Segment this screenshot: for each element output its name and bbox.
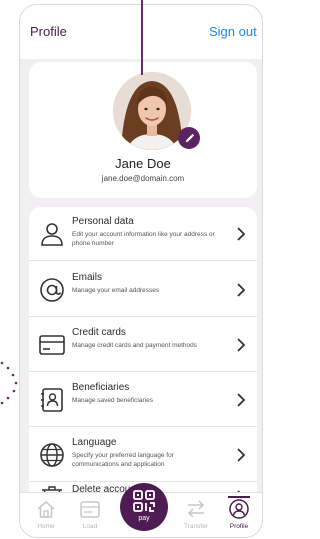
- menu-item-credit-cards[interactable]: Credit cards Manage credit cards and pay…: [29, 318, 257, 372]
- nav-label: Load: [82, 523, 98, 530]
- user-name: Jane Doe: [115, 156, 171, 171]
- globe-icon: [40, 443, 64, 467]
- menu-item-description: Manage saved beneficiaries: [72, 397, 153, 404]
- qr-code-icon: [133, 490, 155, 512]
- profile-icon: [229, 499, 249, 519]
- pay-label: pay: [138, 515, 150, 522]
- menu-item-language[interactable]: Language Specify your preferred language…: [29, 428, 257, 482]
- person-icon: [41, 223, 63, 246]
- menu-item-beneficiaries[interactable]: Beneficiaries Manage saved beneficiaries: [29, 373, 257, 427]
- nav-transfer[interactable]: Transfer: [176, 499, 216, 535]
- sign-out-link[interactable]: Sign out: [209, 24, 257, 39]
- page-title: Profile: [30, 24, 67, 39]
- menu-item-title: Language: [72, 437, 117, 448]
- nav-profile[interactable]: Profile: [219, 499, 259, 535]
- chevron-right-icon: [237, 227, 246, 241]
- nav-label: Profile: [229, 523, 249, 530]
- chevron-right-icon: [237, 338, 246, 352]
- menu-item-description: Edit your account information like your …: [72, 231, 215, 247]
- active-tab-indicator: [228, 496, 250, 498]
- nav-home[interactable]: Home: [26, 499, 66, 535]
- wallet-icon: [80, 501, 100, 518]
- menu-item-description: Manage your email addresses: [72, 287, 160, 294]
- menu-item-personal-data[interactable]: Personal data Edit your account informat…: [29, 207, 257, 261]
- decorative-line: [141, 0, 143, 75]
- menu-item-title: Beneficiaries: [72, 382, 130, 393]
- nav-label: Home: [37, 523, 55, 530]
- chevron-right-icon: [237, 393, 246, 407]
- decorative-dots: [0, 361, 18, 405]
- pencil-icon: [185, 133, 194, 142]
- menu-item-title: Personal data: [72, 216, 134, 227]
- settings-menu: Personal data Edit your account informat…: [29, 207, 257, 507]
- home-icon: [37, 501, 55, 518]
- menu-item-title: Credit cards: [72, 327, 126, 338]
- transfer-arrows-icon: [187, 500, 205, 518]
- nav-load[interactable]: Load: [70, 499, 110, 535]
- menu-item-description: Specify your preferred language for comm…: [72, 452, 174, 468]
- profile-card: Jane Doe jane.doe@domain.com: [29, 62, 257, 198]
- user-email: jane.doe@domain.com: [101, 174, 185, 183]
- pay-button[interactable]: pay: [120, 483, 168, 531]
- menu-item-title: Emails: [72, 272, 103, 283]
- menu-item-emails[interactable]: Emails Manage your email addresses: [29, 263, 257, 317]
- contact-book-icon: [41, 388, 63, 412]
- menu-item-description: Manage credit cards and payment methods: [72, 342, 198, 349]
- edit-avatar-button[interactable]: [178, 127, 200, 149]
- nav-label: Transfer: [184, 523, 208, 530]
- phone-screen: Profile Sign out Jane Doe jane.doe@domai…: [19, 4, 263, 538]
- chevron-right-icon: [237, 448, 246, 462]
- credit-card-icon: [39, 335, 65, 355]
- chevron-right-icon: [237, 283, 246, 297]
- at-icon: [40, 278, 64, 302]
